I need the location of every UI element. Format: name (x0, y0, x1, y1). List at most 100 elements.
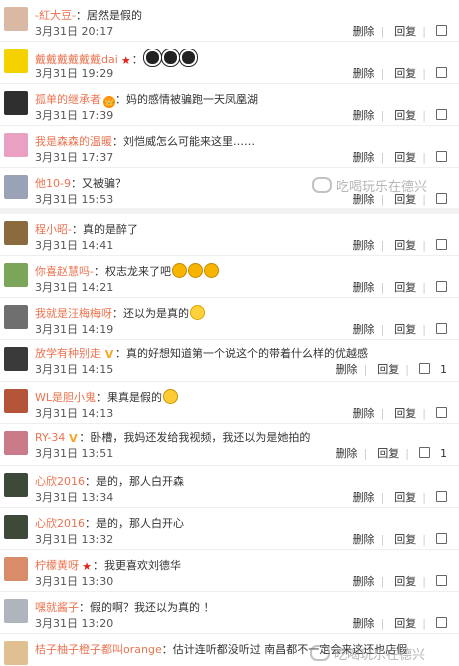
avatar[interactable] (4, 91, 28, 115)
avatar[interactable] (4, 347, 28, 371)
reply-link[interactable]: 回复 (394, 109, 416, 122)
delete-link[interactable]: 删除 (353, 323, 375, 336)
colon-separator: ： (71, 223, 83, 236)
reply-link[interactable]: 回复 (394, 239, 416, 252)
comment-timestamp: 3月31日 14:21 (35, 281, 114, 294)
commenter-name-link[interactable]: 孤单的继承者 (35, 93, 101, 106)
comment-timestamp: 3月31日 14:15 (35, 363, 114, 376)
comment-text: 是的，那人白开森 (96, 475, 184, 488)
avatar[interactable] (4, 473, 28, 497)
reply-link[interactable]: 回复 (394, 323, 416, 336)
colon-separator: ： (93, 559, 104, 572)
avatar[interactable] (4, 389, 28, 413)
thumbs-up-icon[interactable] (436, 533, 447, 544)
reply-link[interactable]: 回复 (394, 533, 416, 546)
reply-link[interactable]: 回复 (394, 617, 416, 630)
comment-item: 柠檬黄呀 ★：我更喜欢刘德华 3月31日 13:30 删除 | 回复 | (0, 550, 459, 592)
reply-link[interactable]: 回复 (394, 25, 416, 38)
comment-item: 我是森森的温暖：刘恺威怎么可能来这里…… 3月31日 17:37 删除 | 回复 | (0, 126, 459, 168)
comment-item: -紅大豆-：居然是假的 3月31日 20:17 删除 | 回复 | (0, 0, 459, 42)
delete-link[interactable]: 删除 (353, 67, 375, 80)
delete-link[interactable]: 删除 (353, 617, 375, 630)
colon-separator: ： (131, 53, 143, 66)
delete-link[interactable]: 删除 (353, 407, 375, 420)
comment-actions: 删除 | 回复 | (343, 280, 447, 296)
avatar[interactable] (4, 133, 28, 157)
thumbs-up-icon[interactable] (436, 617, 447, 628)
action-divider: | (380, 67, 385, 80)
delete-link[interactable]: 删除 (353, 239, 375, 252)
commenter-name-link[interactable]: WL是胆小鬼 (35, 391, 96, 404)
thumbs-up-icon[interactable] (436, 109, 447, 120)
action-divider: | (380, 575, 385, 588)
colon-separator: ： (79, 601, 90, 614)
comment-item: 我就是汪梅梅呀：还以为是真的 3月31日 14:19 删除 | 回复 | (0, 298, 459, 340)
thumbs-up-icon[interactable] (436, 281, 447, 292)
commenter-name-link[interactable]: 心欣2016 (35, 517, 85, 530)
thumbs-up-icon[interactable] (419, 447, 430, 458)
thumbs-up-icon[interactable] (436, 491, 447, 502)
delete-link[interactable]: 删除 (336, 447, 358, 460)
action-divider: | (422, 491, 426, 504)
laugh-emoji-icon (187, 263, 203, 278)
comment-timestamp: 3月31日 14:41 (35, 239, 114, 252)
reply-link[interactable]: 回复 (394, 575, 416, 588)
commenter-name-link[interactable]: 心欣2016 (35, 475, 85, 488)
commenter-name-link[interactable]: 程小昭- (35, 223, 72, 236)
reply-link[interactable]: 回复 (394, 151, 416, 164)
comment-timestamp: 3月31日 13:20 (35, 617, 114, 630)
avatar[interactable] (4, 557, 28, 581)
thumbs-up-icon[interactable] (436, 575, 447, 586)
commenter-name-link[interactable]: 桔子柚子橙子都叫orange (35, 643, 162, 656)
avatar[interactable] (4, 7, 28, 31)
commenter-name-link[interactable]: 柠檬黄呀 (35, 559, 79, 572)
avatar[interactable] (4, 263, 28, 287)
delete-link[interactable]: 删除 (336, 363, 358, 376)
avatar[interactable] (4, 431, 28, 455)
reply-link[interactable]: 回复 (394, 281, 416, 294)
reply-link[interactable]: 回复 (394, 491, 416, 504)
thumbs-up-icon[interactable] (419, 363, 430, 374)
commenter-name-link[interactable]: 你喜赵慧吗- (35, 265, 94, 278)
delete-link[interactable]: 删除 (353, 151, 375, 164)
reply-link[interactable]: 回复 (394, 67, 416, 80)
avatar[interactable] (4, 49, 28, 73)
comment-actions: 删除 | 回复 | (343, 66, 447, 82)
delete-link[interactable]: 删除 (353, 533, 375, 546)
reply-link[interactable]: 回复 (394, 407, 416, 420)
action-divider: | (363, 363, 368, 376)
thumbs-up-icon[interactable] (436, 67, 447, 78)
thumbs-up-icon[interactable] (436, 151, 447, 162)
thumbs-up-icon[interactable] (436, 25, 447, 36)
reply-link[interactable]: 回复 (377, 363, 399, 376)
delete-link[interactable]: 删除 (353, 25, 375, 38)
reply-link[interactable]: 回复 (377, 447, 399, 460)
action-divider: | (422, 281, 426, 294)
thumbs-up-icon[interactable] (436, 407, 447, 418)
thumbs-up-icon[interactable] (436, 323, 447, 334)
comment-actions: 删除 | 回复 | (343, 108, 447, 124)
commenter-name-link[interactable]: 嘿就酱子 (35, 601, 79, 614)
commenter-name-link[interactable]: RY-34 (35, 431, 65, 444)
avatar[interactable] (4, 515, 28, 539)
commenter-name-link[interactable]: -紅大豆- (35, 9, 76, 22)
commenter-name-link[interactable]: 他10-9 (35, 177, 71, 190)
comment-item: 戴戴戴戴戴戴dai ★： 3月31日 19:29 删除 | 回复 | (0, 42, 459, 84)
comment-item: 放学有种别走 V ：真的好想知道第一个说这个的带着什么样的优越感 3月31日 14:1… (0, 340, 459, 382)
thumbs-up-icon[interactable] (436, 193, 447, 204)
avatar[interactable] (4, 641, 28, 665)
avatar[interactable] (4, 221, 28, 245)
avatar[interactable] (4, 175, 28, 199)
avatar[interactable] (4, 599, 28, 623)
commenter-name-link[interactable]: 我是森森的温暖 (35, 135, 112, 148)
commenter-name-link[interactable]: 放学有种别走 (35, 347, 101, 360)
delete-link[interactable]: 删除 (353, 109, 375, 122)
commenter-name-link[interactable]: 我就是汪梅梅呀 (35, 307, 112, 320)
commenter-name-link[interactable]: 戴戴戴戴戴戴dai (35, 53, 118, 66)
delete-link[interactable]: 删除 (353, 575, 375, 588)
delete-link[interactable]: 删除 (353, 491, 375, 504)
action-divider: | (380, 491, 385, 504)
delete-link[interactable]: 删除 (353, 281, 375, 294)
thumbs-up-icon[interactable] (436, 239, 447, 250)
avatar[interactable] (4, 305, 28, 329)
